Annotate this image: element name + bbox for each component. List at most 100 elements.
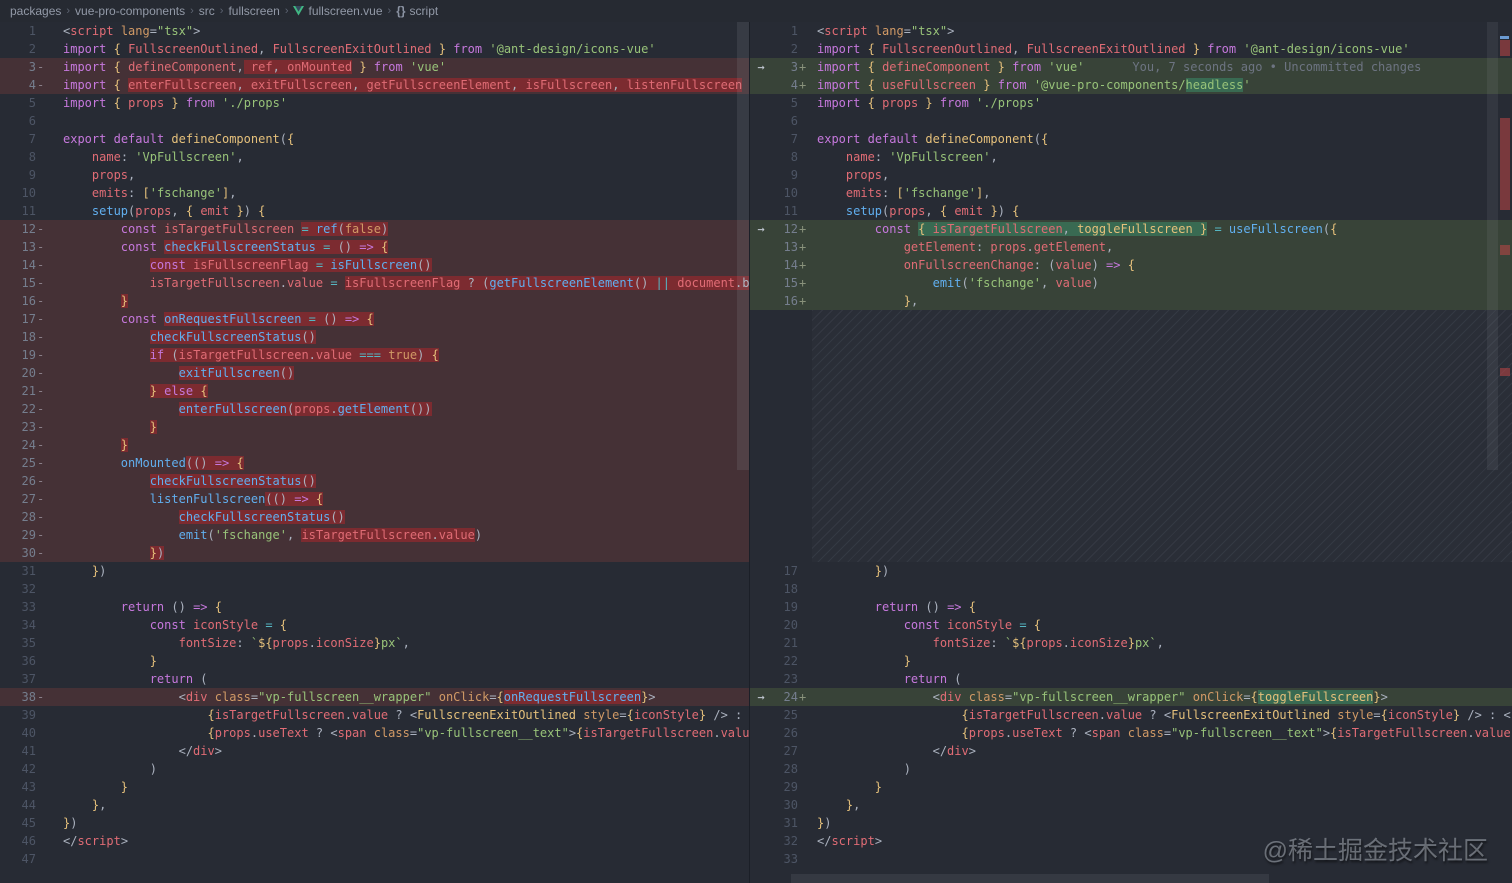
breadcrumb-item-vue-pro-components[interactable]: vue-pro-components	[75, 4, 185, 18]
line-number[interactable]: 45	[0, 814, 36, 832]
line-number[interactable]: 25	[772, 706, 798, 724]
line-number[interactable]: 26	[772, 724, 798, 742]
line-number[interactable]: 9	[0, 166, 36, 184]
code-line[interactable]: 5 import { props } from './props'	[0, 94, 749, 112]
code-line[interactable]: 29 }	[750, 778, 1512, 796]
line-number[interactable]: 46	[0, 832, 36, 850]
code-line[interactable]: 45})	[0, 814, 749, 832]
code-line-deleted[interactable]: 15- isTargetFullscreen.value = isFullscr…	[0, 274, 749, 292]
code-line[interactable]: 40 {props.useText ? <span class="vp-full…	[0, 724, 749, 742]
line-number[interactable]: 22	[772, 652, 798, 670]
code-line[interactable]: 7 export default defineComponent({	[0, 130, 749, 148]
code-line[interactable]: 39 {isTargetFullscreen.value ? <Fullscre…	[0, 706, 749, 724]
line-number[interactable]: 43	[0, 778, 36, 796]
code-line[interactable]: 27 </div>	[750, 742, 1512, 760]
line-number[interactable]: 26	[0, 472, 36, 490]
code-line-added[interactable]: 15 + emit('fschange', value)	[750, 274, 1512, 292]
line-number[interactable]: 11	[772, 202, 798, 220]
line-number[interactable]: 4	[772, 76, 798, 94]
line-number[interactable]: 7	[0, 130, 36, 148]
right-scrollbar[interactable]	[1487, 22, 1498, 470]
code-line-deleted[interactable]: 20- exitFullscreen()	[0, 364, 749, 382]
line-number[interactable]: 14	[0, 256, 36, 274]
code-line[interactable]: 23 return (	[750, 670, 1512, 688]
code-line[interactable]: 42 )	[0, 760, 749, 778]
code-line-deleted[interactable]: 30- })	[0, 544, 749, 562]
code-line[interactable]: 43 }	[0, 778, 749, 796]
code-line[interactable]: 37 return (	[0, 670, 749, 688]
code-line[interactable]: 47	[0, 850, 749, 868]
line-number[interactable]: 18	[0, 328, 36, 346]
code-line-deleted[interactable]: 25- onMounted(() => {	[0, 454, 749, 472]
line-number[interactable]: 1	[0, 22, 36, 40]
line-number[interactable]: 5	[0, 94, 36, 112]
code-line-added[interactable]: → 3 + import { defineComponent } from 'vue'…	[750, 58, 1512, 76]
line-number[interactable]: 6	[772, 112, 798, 130]
line-number[interactable]: 35	[0, 634, 36, 652]
line-number[interactable]: 32	[0, 580, 36, 598]
line-number[interactable]: 29	[772, 778, 798, 796]
code-line-added[interactable]: → 12 + const { isTargetFullscreen, toggleF…	[750, 220, 1512, 238]
line-number[interactable]: 11	[0, 202, 36, 220]
code-line-added[interactable]: 14 + onFullscreenChange: (value) => {	[750, 256, 1512, 274]
line-number[interactable]: 17	[772, 562, 798, 580]
code-line[interactable]: 41 </div>	[0, 742, 749, 760]
code-line[interactable]: 7 export default defineComponent({	[750, 130, 1512, 148]
line-number[interactable]: 13	[0, 238, 36, 256]
line-number[interactable]: 47	[0, 850, 36, 868]
code-line[interactable]: 6	[0, 112, 749, 130]
breadcrumb-item-fullscreen[interactable]: fullscreen	[228, 4, 279, 18]
code-line-added[interactable]: 16 + },	[750, 292, 1512, 310]
code-line-deleted[interactable]: 13- const checkFullscreenStatus = () => …	[0, 238, 749, 256]
code-line-added[interactable]: → 24 + <div class="vp-fullscreen__wrapper"…	[750, 688, 1512, 706]
line-number[interactable]: 36	[0, 652, 36, 670]
left-scrollbar[interactable]	[737, 22, 749, 470]
modified-editor-pane[interactable]: 1 <script lang="tsx"> 2 import { Fullscreen…	[750, 22, 1512, 883]
line-number[interactable]: 19	[0, 346, 36, 364]
line-number[interactable]: 21	[772, 634, 798, 652]
code-line-deleted[interactable]: 18- checkFullscreenStatus()	[0, 328, 749, 346]
line-number[interactable]: 28	[0, 508, 36, 526]
code-line[interactable]: 26 {props.useText ? <span class="vp-full…	[750, 724, 1512, 742]
code-line[interactable]: 5 import { props } from './props'	[750, 94, 1512, 112]
line-number[interactable]: 41	[0, 742, 36, 760]
breadcrumb-item-src[interactable]: src	[199, 4, 215, 18]
code-line-deleted[interactable]: 38- <div class="vp-fullscreen__wrapper" …	[0, 688, 749, 706]
line-number[interactable]: 10	[0, 184, 36, 202]
line-number[interactable]: 30	[0, 544, 36, 562]
line-number[interactable]: 25	[0, 454, 36, 472]
code-line[interactable]: 9 props,	[0, 166, 749, 184]
code-line[interactable]: 2 import { FullscreenOutlined, Fullscreen…	[750, 40, 1512, 58]
code-line[interactable]: 34 const iconStyle = {	[0, 616, 749, 634]
line-number[interactable]: 10	[772, 184, 798, 202]
line-number[interactable]: 15	[0, 274, 36, 292]
line-number[interactable]: 33	[0, 598, 36, 616]
code-line[interactable]: 1 <script lang="tsx">	[750, 22, 1512, 40]
line-number[interactable]: 44	[0, 796, 36, 814]
line-number[interactable]: 16	[0, 292, 36, 310]
breadcrumb-file[interactable]: fullscreen.vue	[308, 4, 382, 18]
line-number[interactable]: 2	[0, 40, 36, 58]
code-line[interactable]: 21 fontSize: `${props.iconSize}px`,	[750, 634, 1512, 652]
code-line[interactable]: 11 setup(props, { emit }) {	[750, 202, 1512, 220]
line-number[interactable]: 17	[0, 310, 36, 328]
code-line[interactable]: 25 {isTargetFullscreen.value ? <Fullscre…	[750, 706, 1512, 724]
code-line[interactable]: 17 })	[750, 562, 1512, 580]
breadcrumb-symbol[interactable]: script	[410, 4, 439, 18]
horizontal-scrollbar[interactable]	[791, 874, 1269, 883]
line-number[interactable]: 27	[0, 490, 36, 508]
code-line-deleted[interactable]: 28- checkFullscreenStatus()	[0, 508, 749, 526]
line-number[interactable]: 22	[0, 400, 36, 418]
code-line-deleted[interactable]: 26- checkFullscreenStatus()	[0, 472, 749, 490]
line-number[interactable]: 2	[772, 40, 798, 58]
line-number[interactable]: 1	[772, 22, 798, 40]
code-line-deleted[interactable]: 23- }	[0, 418, 749, 436]
line-number[interactable]: 5	[772, 94, 798, 112]
line-number[interactable]: 15	[772, 274, 798, 292]
code-line[interactable]: 32	[0, 580, 749, 598]
line-number[interactable]: 23	[772, 670, 798, 688]
code-line-deleted[interactable]: 21- } else {	[0, 382, 749, 400]
code-line[interactable]: 44 },	[0, 796, 749, 814]
line-number[interactable]: 20	[0, 364, 36, 382]
code-line[interactable]: 46 </script>	[0, 832, 749, 850]
